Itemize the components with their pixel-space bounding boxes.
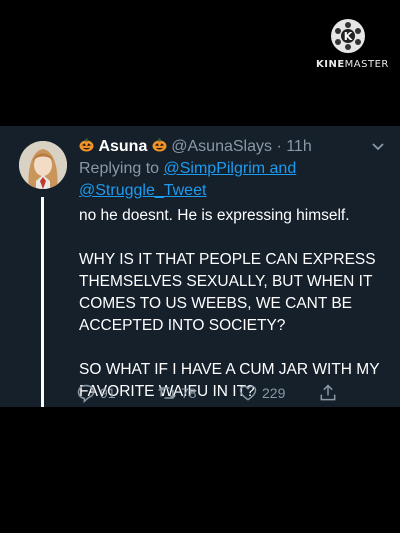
share-icon	[320, 384, 336, 401]
timestamp[interactable]: 11h	[286, 138, 312, 155]
reply-icon	[77, 384, 95, 403]
tweet-paragraph: no he doesnt. He is expressing himself.	[79, 207, 350, 224]
retweet-icon	[158, 386, 176, 400]
reply-button[interactable]: 91	[76, 383, 116, 403]
like-button[interactable]: 229	[238, 383, 285, 403]
heart-icon	[239, 385, 257, 401]
pumpkin-icon	[79, 137, 94, 152]
retweet-count: 78	[181, 385, 197, 401]
like-count: 229	[262, 385, 286, 401]
svg-text:K: K	[344, 30, 353, 43]
replying-to: Replying to @SimpPilgrim and @Struggle_T…	[79, 158, 379, 202]
mention-link-2[interactable]: @Struggle_Tweet	[79, 182, 206, 199]
thread-line	[41, 197, 44, 407]
display-name[interactable]: Asuna	[98, 138, 147, 155]
reply-count: 91	[100, 385, 116, 401]
avatar[interactable]	[19, 141, 67, 189]
separator-dot: ·	[272, 138, 287, 155]
kinemaster-logo-icon: K	[331, 19, 365, 53]
tweet-paragraph: WHY IS IT THAT PEOPLE CAN EXPRESS THEMSE…	[79, 251, 376, 334]
share-button[interactable]	[318, 383, 342, 403]
replying-prefix: Replying to	[79, 160, 160, 177]
tweet-header: Asuna @AsunaSlays · 11h	[79, 136, 312, 158]
kinemaster-watermark: K KINEMASTER	[316, 19, 389, 70]
pumpkin-icon	[152, 137, 167, 152]
user-handle[interactable]: @AsunaSlays	[171, 138, 272, 155]
chevron-down-icon[interactable]	[371, 141, 385, 153]
retweet-button[interactable]: 78	[157, 383, 197, 403]
mention-link-1[interactable]: @SimpPilgrim and	[164, 160, 297, 177]
action-bar: 91 78 229	[76, 383, 346, 405]
watermark-text: KINEMASTER	[316, 59, 389, 70]
